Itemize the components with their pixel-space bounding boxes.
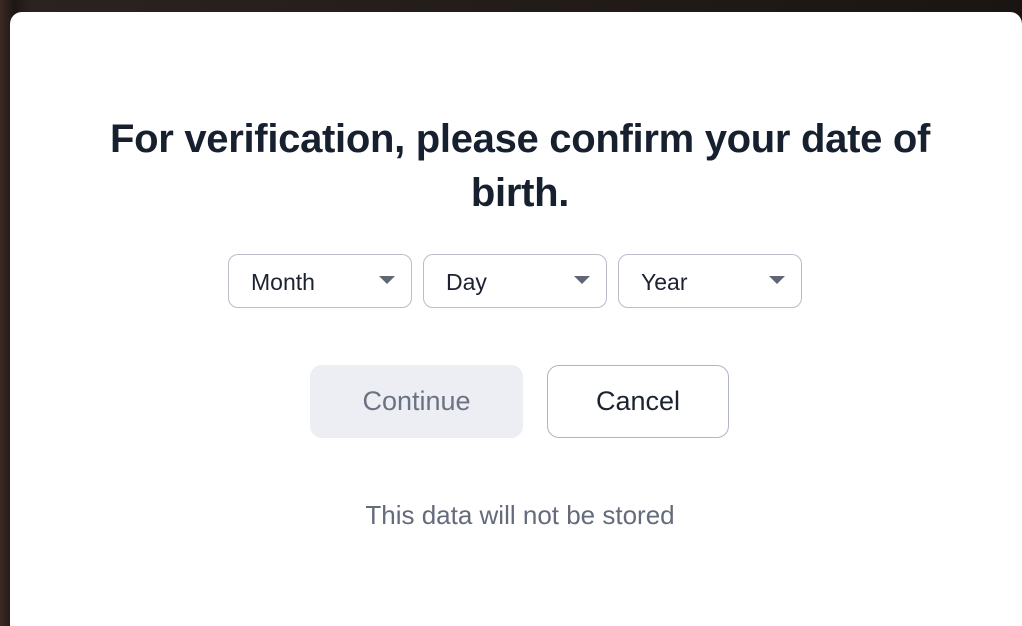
- dialog-title: For verification, please confirm your da…: [109, 117, 931, 215]
- month-select-label: Month: [251, 269, 315, 295]
- cancel-button[interactable]: Cancel: [547, 365, 729, 438]
- day-select-label: Day: [446, 269, 487, 295]
- caret-down-icon: [769, 276, 785, 284]
- year-select-label: Year: [641, 269, 688, 295]
- day-select[interactable]: Day: [423, 254, 607, 308]
- date-of-birth-dialog: For verification, please confirm your da…: [10, 12, 1022, 626]
- privacy-note: This data will not be stored: [365, 500, 675, 530]
- continue-button[interactable]: Continue: [310, 365, 523, 438]
- month-select[interactable]: Month: [228, 254, 412, 308]
- caret-down-icon: [379, 276, 395, 284]
- caret-down-icon: [574, 276, 590, 284]
- year-select[interactable]: Year: [618, 254, 802, 308]
